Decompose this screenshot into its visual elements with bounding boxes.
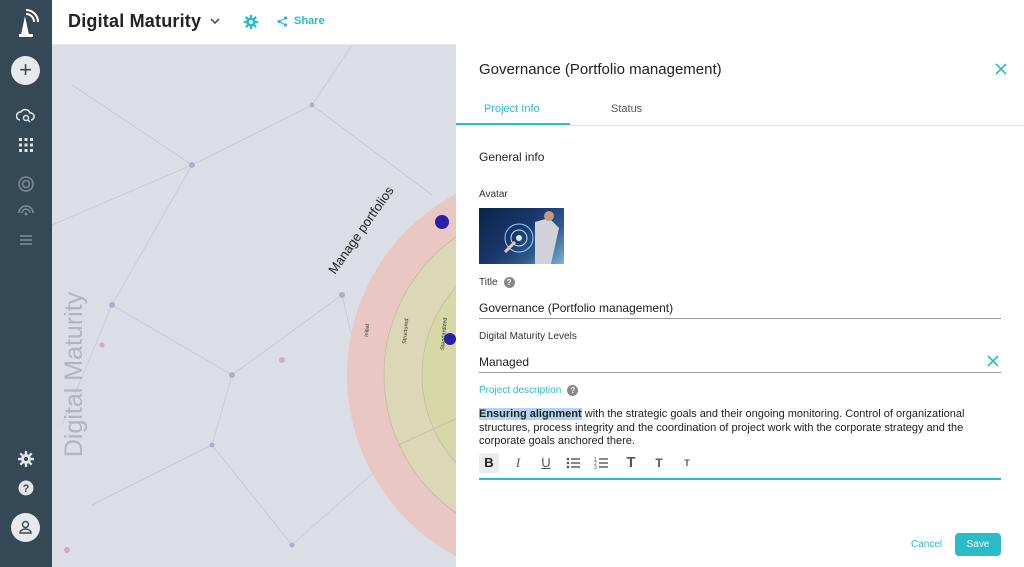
ring-level-label: Initial <box>364 324 371 337</box>
editor-toolbar: B I U 123 T T T <box>479 453 1001 480</box>
share-label: Share <box>294 15 325 27</box>
help-icon[interactable]: ? <box>16 478 36 498</box>
cloud-search-icon[interactable] <box>16 106 36 126</box>
target-icon[interactable] <box>16 174 36 194</box>
bullet-list-icon[interactable] <box>564 453 584 473</box>
description-editor[interactable]: Ensuring alignment with the strategic go… <box>479 408 1001 449</box>
tab-project-info[interactable]: Project Info <box>484 103 540 115</box>
settings-icon[interactable] <box>16 449 36 469</box>
user-avatar-button[interactable] <box>11 513 40 542</box>
svg-text:3: 3 <box>594 465 597 471</box>
gear-icon[interactable] <box>242 13 260 31</box>
chevron-down-icon[interactable] <box>208 14 222 28</box>
numbered-list-icon[interactable]: 123 <box>592 453 612 473</box>
title-field[interactable]: Governance (Portfolio management) <box>479 295 1001 319</box>
heading-small-button[interactable]: T <box>677 453 697 473</box>
description-label: Project description? <box>479 385 579 396</box>
maturity-canvas[interactable]: Manage portfolios Initial Structured Sta… <box>52 45 456 567</box>
share-button[interactable]: Share <box>277 15 325 27</box>
levels-label: Digital Maturity Levels <box>479 331 577 342</box>
left-rail: + ? <box>0 0 52 567</box>
grid-icon[interactable] <box>16 135 36 155</box>
radar-icon[interactable] <box>16 202 36 222</box>
active-tab-indicator <box>456 123 570 125</box>
user-icon <box>19 520 32 534</box>
canvas-title: Digital Maturity <box>60 291 89 458</box>
panel-title: Governance (Portfolio management) <box>479 61 722 78</box>
clear-icon[interactable] <box>987 355 999 367</box>
project-avatar-image[interactable] <box>479 208 564 264</box>
underline-button[interactable]: U <box>536 453 556 473</box>
title-label: Title? <box>479 277 515 288</box>
avatar-label: Avatar <box>479 189 508 200</box>
list-icon[interactable] <box>16 230 36 250</box>
logo-icon[interactable] <box>13 8 39 38</box>
help-icon[interactable]: ? <box>503 277 515 288</box>
share-icon <box>277 15 288 27</box>
maturity-level-select[interactable]: Managed <box>479 349 1001 373</box>
italic-button[interactable]: I <box>508 453 528 473</box>
network-background: Manage portfolios Initial Structured Sta… <box>52 45 456 557</box>
app-title: Digital Maturity <box>68 11 202 31</box>
section-title: General info <box>479 150 545 164</box>
svg-text:?: ? <box>23 483 30 495</box>
close-icon[interactable] <box>994 62 1008 76</box>
add-button[interactable]: + <box>11 56 40 85</box>
tab-status[interactable]: Status <box>611 103 642 115</box>
help-icon[interactable]: ? <box>567 385 579 396</box>
project-panel: Governance (Portfolio management) Projec… <box>456 0 1024 567</box>
heading-medium-button[interactable]: T <box>649 453 669 473</box>
cancel-button[interactable]: Cancel <box>911 539 942 550</box>
heading-large-button[interactable]: T <box>621 453 641 473</box>
bold-button[interactable]: B <box>479 453 499 473</box>
top-bar: Digital Maturity Share <box>52 0 456 45</box>
selected-text: Ensuring alignment <box>479 408 582 420</box>
save-button[interactable]: Save <box>955 533 1001 556</box>
maturity-point[interactable] <box>435 215 449 229</box>
